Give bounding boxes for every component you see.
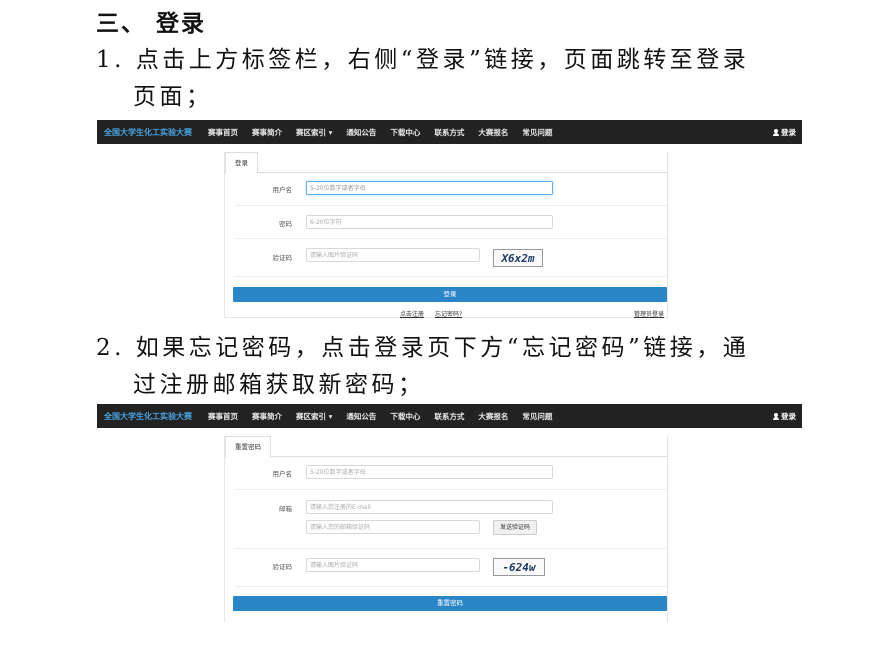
nav-item-home[interactable]: 赛事首页 — [201, 411, 245, 422]
login-page-screenshot: 全国大学生化工实验大赛 赛事首页 赛事简介 赛区索引 ▾ 通知公告 下载中心 联… — [97, 120, 802, 323]
nav-item-intro[interactable]: 赛事简介 — [245, 127, 289, 138]
divider — [235, 205, 667, 206]
step-1-text: 1. 点击上方标签栏，右侧“登录”链接，页面跳转至登录 页面； — [96, 42, 806, 116]
nav-item-downloads[interactable]: 下载中心 — [383, 411, 427, 422]
captcha-label: 验证码 — [272, 563, 293, 571]
reset-panel: 重置密码 用户名 5-20位数字或者字母 邮箱 请输入您注册的E-mail 请输… — [224, 436, 668, 622]
top-navbar: 全国大学生化工实验大赛 赛事首页 赛事简介 赛区索引 ▾ 通知公告 下载中心 联… — [97, 404, 802, 428]
nav-item-notices[interactable]: 通知公告 — [339, 411, 383, 422]
nav-login-label: 登录 — [781, 412, 796, 421]
divider — [235, 238, 667, 239]
nav-item-contact[interactable]: 联系方式 — [427, 127, 471, 138]
register-link[interactable]: 点击注册 — [400, 309, 424, 318]
user-icon — [773, 129, 779, 136]
nav-item-faq[interactable]: 常见问题 — [515, 127, 559, 138]
nav-login-link[interactable]: 登录 — [773, 127, 796, 138]
top-navbar: 全国大学生化工实验大赛 赛事首页 赛事简介 赛区索引 ▾ 通知公告 下载中心 联… — [97, 120, 802, 144]
username-input[interactable]: 5-20位数字或者字母 — [306, 465, 553, 479]
nav-item-contact[interactable]: 联系方式 — [427, 411, 471, 422]
divider — [235, 276, 667, 277]
step-2-line-2: 过注册邮箱获取新密码； — [133, 372, 425, 398]
reset-tabbar: 重置密码 — [225, 436, 667, 458]
captcha-image[interactable]: X6x2m — [493, 249, 543, 267]
nav-item-intro[interactable]: 赛事简介 — [245, 411, 289, 422]
nav-item-regions[interactable]: 赛区索引 ▾ — [289, 127, 339, 138]
divider — [235, 586, 667, 587]
reset-password-screenshot: 全国大学生化工实验大赛 赛事首页 赛事简介 赛区索引 ▾ 通知公告 下载中心 联… — [97, 404, 802, 622]
admin-login-link[interactable]: 管理员登录 — [634, 309, 664, 318]
nav-login-link[interactable]: 登录 — [773, 411, 796, 422]
send-code-button[interactable]: 发送验证码 — [493, 520, 537, 535]
nav-item-downloads[interactable]: 下载中心 — [383, 127, 427, 138]
step-2-line-1: 2. 如果忘记密码，点击登录页下方“忘记密码”链接，通 — [96, 335, 750, 361]
step-1-line-1: 1. 点击上方标签栏，右侧“登录”链接，页面跳转至登录 — [96, 47, 750, 73]
captcha-input[interactable]: 请输入图片验证码 — [306, 558, 480, 572]
email-label: 邮箱 — [279, 505, 292, 513]
captcha-label: 验证码 — [272, 254, 293, 262]
brand-link[interactable]: 全国大学生化工实验大赛 — [97, 411, 201, 422]
nav-item-signup[interactable]: 大赛报名 — [471, 411, 515, 422]
password-input[interactable]: 6-20位字符 — [306, 215, 553, 229]
divider — [235, 548, 667, 549]
nav-login-label: 登录 — [781, 128, 796, 137]
username-input[interactable]: 5-20位数字或者字母 — [306, 181, 553, 195]
brand-link[interactable]: 全国大学生化工实验大赛 — [97, 127, 201, 138]
nav-item-faq[interactable]: 常见问题 — [515, 411, 559, 422]
nav-item-regions[interactable]: 赛区索引 ▾ — [289, 411, 339, 422]
tab-reset-password[interactable]: 重置密码 — [225, 436, 271, 458]
tab-login[interactable]: 登录 — [225, 152, 258, 174]
section-heading: 三、 登录 — [96, 11, 207, 37]
nav-item-signup[interactable]: 大赛报名 — [471, 127, 515, 138]
password-label: 密码 — [279, 220, 292, 228]
nav-item-notices[interactable]: 通知公告 — [339, 127, 383, 138]
username-label: 用户名 — [272, 186, 293, 194]
nav-item-home[interactable]: 赛事首页 — [201, 127, 245, 138]
login-panel: 登录 用户名 5-20位数字或者字母 密码 6-20位字符 验证码 请输入图片验… — [224, 152, 668, 318]
email-code-input[interactable]: 请输入您的邮箱验证码 — [306, 520, 480, 534]
divider — [235, 489, 667, 490]
user-icon — [773, 413, 779, 420]
email-input[interactable]: 请输入您注册的E-mail — [306, 500, 553, 514]
step-2-text: 2. 如果忘记密码，点击登录页下方“忘记密码”链接，通 过注册邮箱获取新密码； — [96, 330, 806, 404]
captcha-image[interactable]: -624w — [493, 558, 545, 576]
username-label: 用户名 — [272, 470, 293, 478]
login-tabbar: 登录 — [225, 152, 667, 174]
captcha-input[interactable]: 请输入图片验证码 — [306, 248, 480, 262]
forgot-password-link[interactable]: 忘记密码? — [435, 309, 462, 318]
reset-password-button[interactable]: 重置密码 — [233, 596, 667, 611]
step-1-line-2: 页面； — [133, 84, 213, 110]
login-button[interactable]: 登录 — [233, 287, 667, 302]
